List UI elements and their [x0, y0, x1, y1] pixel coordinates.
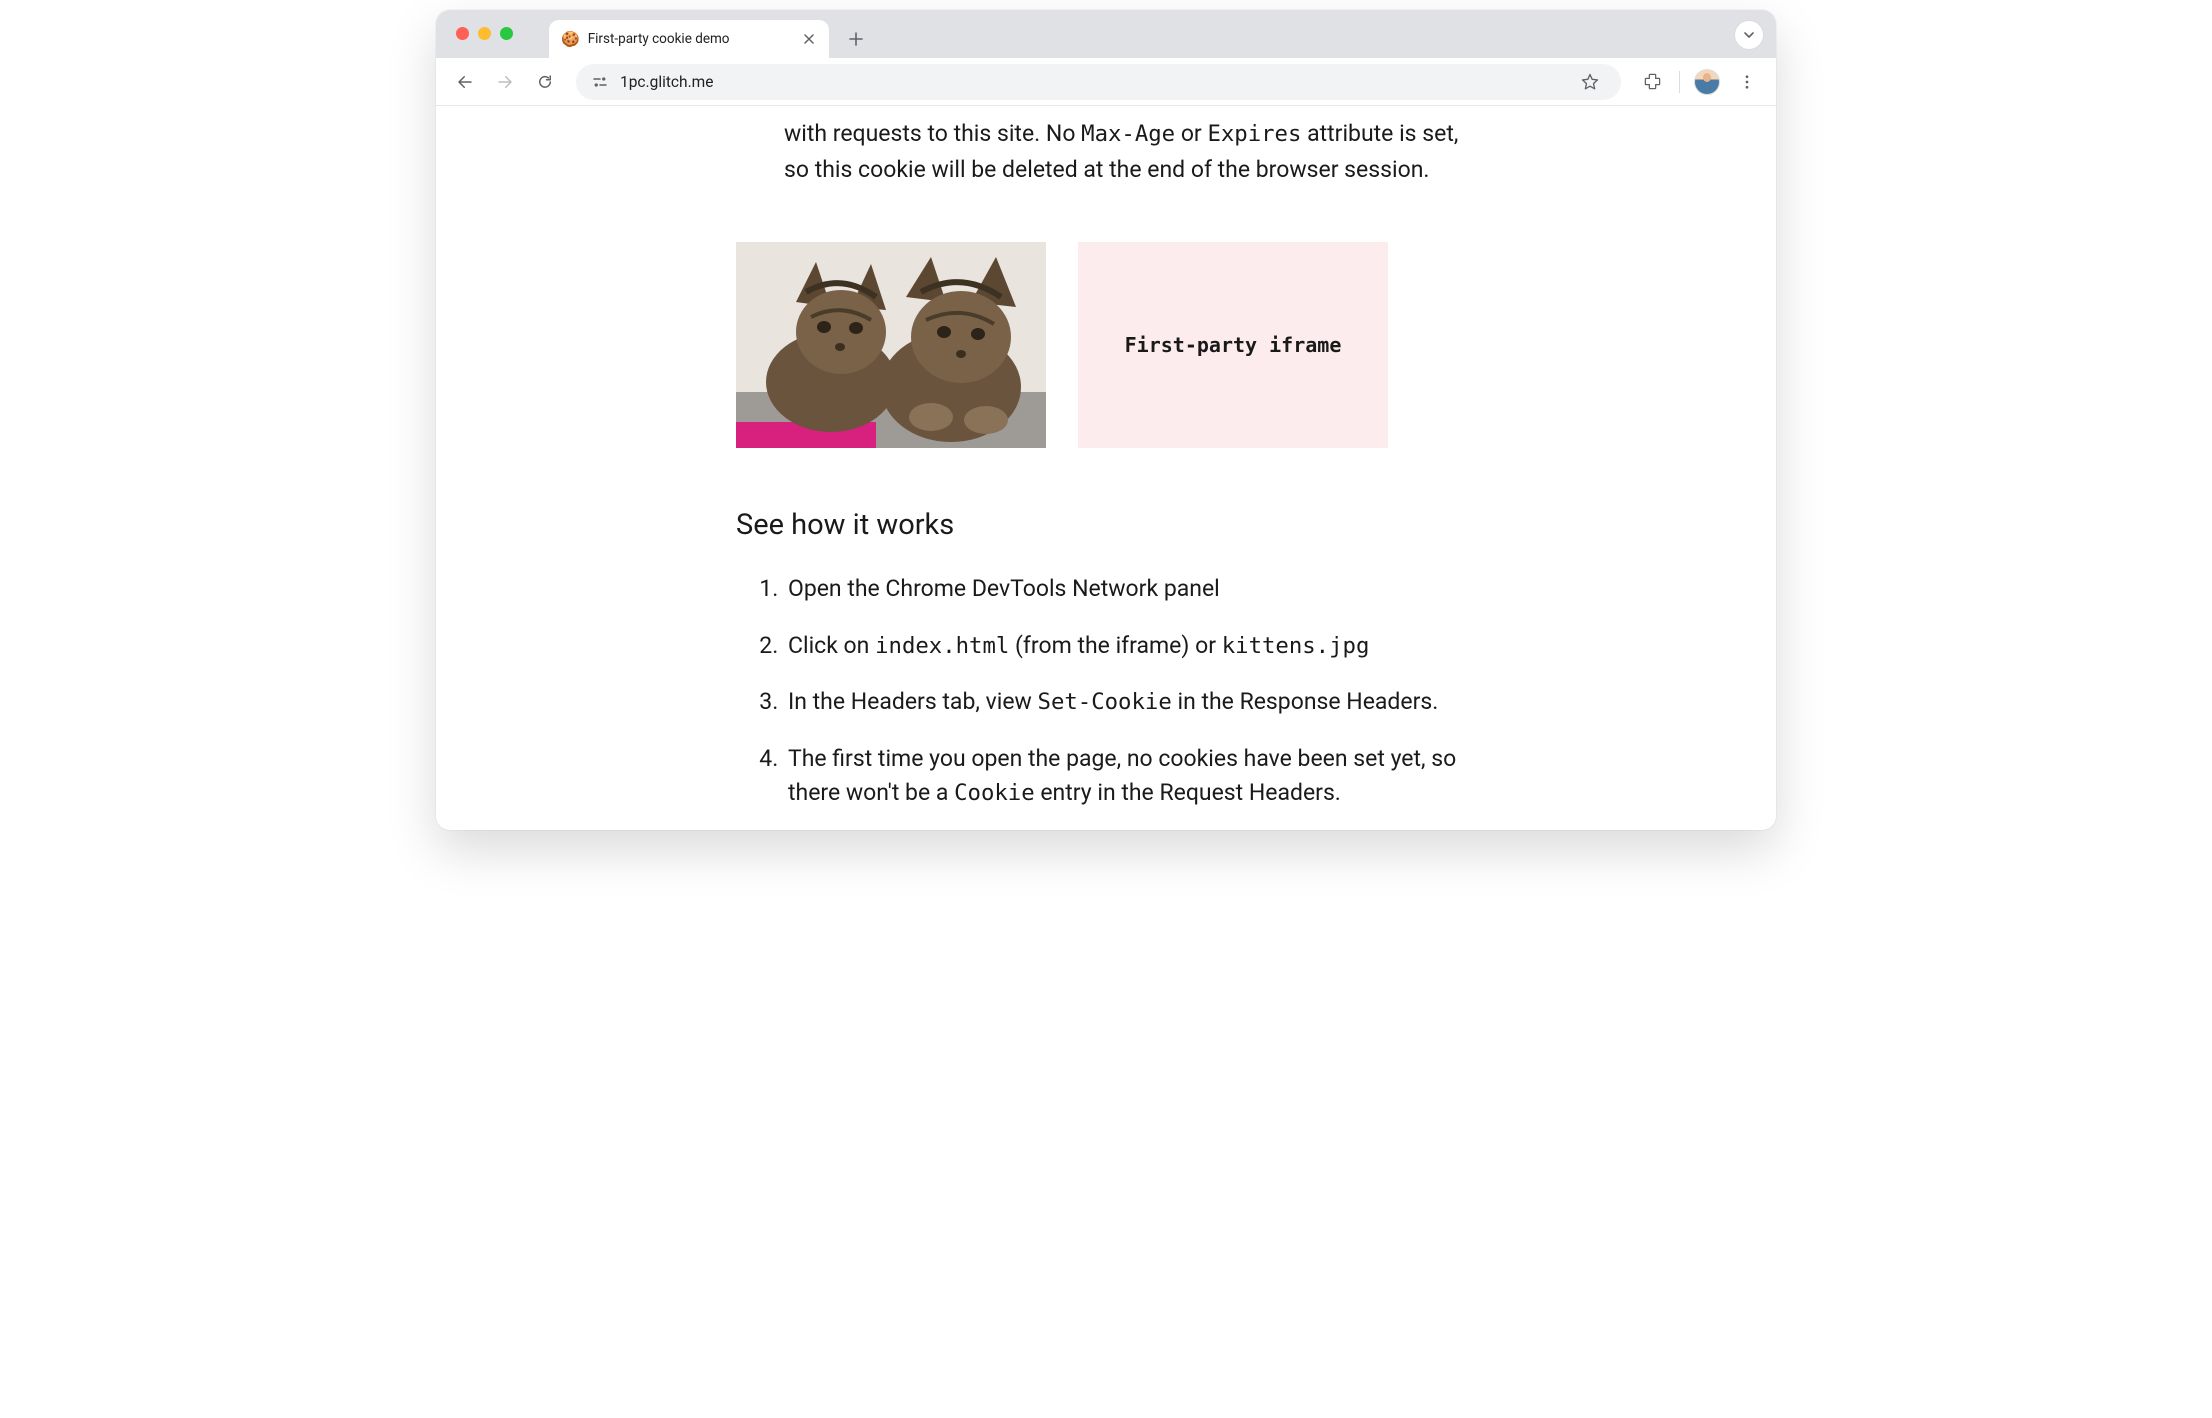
cookie-favicon-icon: 🍪 — [561, 30, 580, 48]
step-text: Open the Chrome DevTools Network panel — [788, 575, 1220, 602]
step-text: Click on — [788, 632, 875, 659]
steps-list: Open the Chrome DevTools Network panel Cl… — [784, 572, 1476, 830]
media-row: First-party iframe — [736, 242, 1476, 448]
kittens-image — [736, 242, 1046, 448]
new-tab-button[interactable] — [841, 24, 871, 54]
step-item: Open the Chrome DevTools Network panel — [784, 572, 1476, 607]
fullscreen-window-button[interactable] — [500, 27, 513, 40]
intro-text: or — [1175, 120, 1207, 147]
reload-button[interactable] — [528, 65, 562, 99]
window-controls — [456, 27, 513, 40]
step-code: Set-Cookie — [1038, 689, 1172, 715]
close-tab-button[interactable] — [801, 31, 817, 47]
close-window-button[interactable] — [456, 27, 469, 40]
titlebar: 🍪 First-party cookie demo — [436, 10, 1776, 58]
intro-code-expires: Expires — [1207, 121, 1301, 147]
iframe-label: First-party iframe — [1125, 333, 1342, 357]
intro-code-maxage: Max-Age — [1081, 121, 1175, 147]
step-item: The first time you open the page, no coo… — [784, 742, 1476, 811]
avatar-icon — [1694, 69, 1720, 95]
back-button[interactable] — [448, 65, 482, 99]
forward-button[interactable] — [488, 65, 522, 99]
step-text: in the Response Headers. — [1172, 688, 1439, 715]
page-viewport[interactable]: with requests to this site. No Max-Age o… — [436, 106, 1776, 830]
step-text: (from the iframe) or — [1009, 632, 1221, 659]
page-content: with requests to this site. No Max-Age o… — [736, 116, 1476, 830]
bookmark-star-icon[interactable] — [1573, 65, 1607, 99]
step-code: kittens.jpg — [1222, 633, 1370, 659]
step-item: Click on index.html (from the iframe) or… — [784, 629, 1476, 664]
toolbar-divider — [1679, 71, 1680, 93]
tab-search-button[interactable] — [1734, 20, 1764, 50]
browser-window: 🍪 First-party cookie demo — [436, 10, 1776, 830]
section-heading: See how it works — [736, 508, 1476, 542]
profile-avatar[interactable] — [1690, 65, 1724, 99]
intro-text: with requests to this site. No — [784, 120, 1081, 147]
url-text: 1pc.glitch.me — [620, 73, 1563, 91]
minimize-window-button[interactable] — [478, 27, 491, 40]
chrome-menu-button[interactable] — [1730, 65, 1764, 99]
address-bar[interactable]: 1pc.glitch.me — [576, 64, 1621, 100]
intro-paragraph: with requests to this site. No Max-Age o… — [784, 116, 1476, 187]
tab-title: First-party cookie demo — [588, 31, 793, 47]
step-item: In the Headers tab, view Set-Cookie in t… — [784, 685, 1476, 720]
site-info-icon[interactable] — [590, 72, 610, 92]
step-code: index.html — [875, 633, 1009, 659]
first-party-iframe: First-party iframe — [1078, 242, 1388, 448]
toolbar: 1pc.glitch.me — [436, 58, 1776, 106]
browser-tab[interactable]: 🍪 First-party cookie demo — [549, 20, 829, 58]
step-code: Cookie — [954, 780, 1035, 806]
extensions-icon[interactable] — [1635, 65, 1669, 99]
step-text: entry in the Request Headers. — [1035, 779, 1341, 806]
step-text: In the Headers tab, view — [788, 688, 1038, 715]
